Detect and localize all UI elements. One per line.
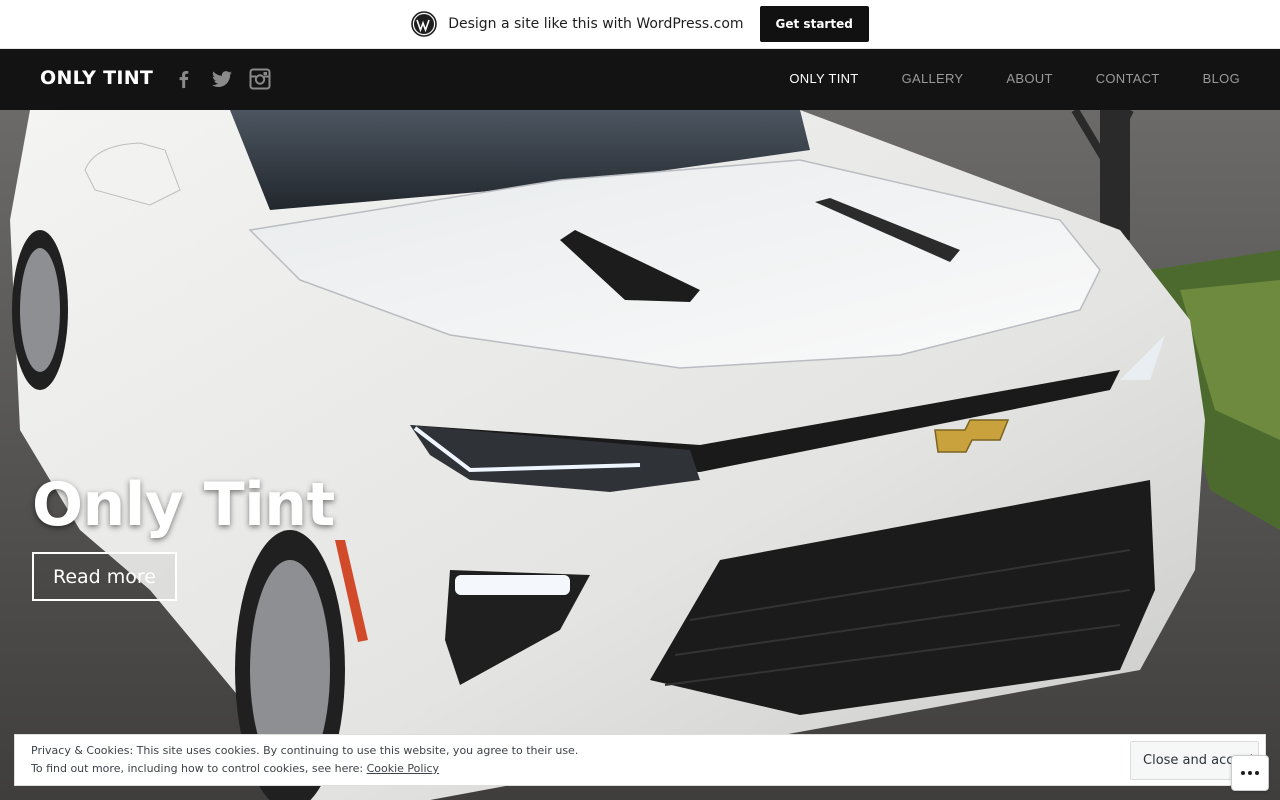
ellipsis-icon[interactable] bbox=[1231, 755, 1269, 791]
cookie-banner: Privacy & Cookies: This site uses cookie… bbox=[14, 734, 1266, 786]
read-more-button[interactable]: Read more bbox=[32, 552, 177, 601]
site-header: ONLY TINT ONLY TINT GALLERY ABOUT CONTAC… bbox=[0, 49, 1280, 110]
promo-text: Design a site like this with WordPress.c… bbox=[448, 16, 744, 32]
site-title[interactable]: ONLY TINT bbox=[40, 67, 153, 89]
nav-item-gallery[interactable]: GALLERY bbox=[902, 71, 964, 86]
wordpress-promo-bar: Design a site like this with WordPress.c… bbox=[0, 0, 1280, 49]
nav-item-only-tint[interactable]: ONLY TINT bbox=[789, 71, 858, 86]
nav-item-contact[interactable]: CONTACT bbox=[1096, 71, 1160, 86]
wordpress-logo-icon[interactable] bbox=[411, 11, 437, 37]
instagram-icon[interactable] bbox=[248, 67, 272, 91]
cookie-line-2-text: To find out more, including how to contr… bbox=[31, 762, 367, 775]
cookie-line-1: Privacy & Cookies: This site uses cookie… bbox=[31, 744, 579, 757]
get-started-button[interactable]: Get started bbox=[759, 6, 869, 42]
hero-title: Only Tint bbox=[32, 470, 335, 540]
nav-item-blog[interactable]: BLOG bbox=[1203, 71, 1240, 86]
cookie-policy-link[interactable]: Cookie Policy bbox=[367, 762, 439, 775]
cookie-text: Privacy & Cookies: This site uses cookie… bbox=[31, 742, 578, 778]
facebook-icon[interactable] bbox=[172, 67, 196, 91]
cookie-line-2: To find out more, including how to contr… bbox=[31, 760, 578, 778]
nav-item-about[interactable]: ABOUT bbox=[1006, 71, 1052, 86]
social-links bbox=[172, 67, 272, 91]
hero-car-image bbox=[0, 110, 1280, 800]
main-nav: ONLY TINT GALLERY ABOUT CONTACT BLOG bbox=[789, 71, 1240, 86]
twitter-icon[interactable] bbox=[210, 67, 234, 91]
hero-section: Only Tint Read more bbox=[0, 110, 1280, 800]
